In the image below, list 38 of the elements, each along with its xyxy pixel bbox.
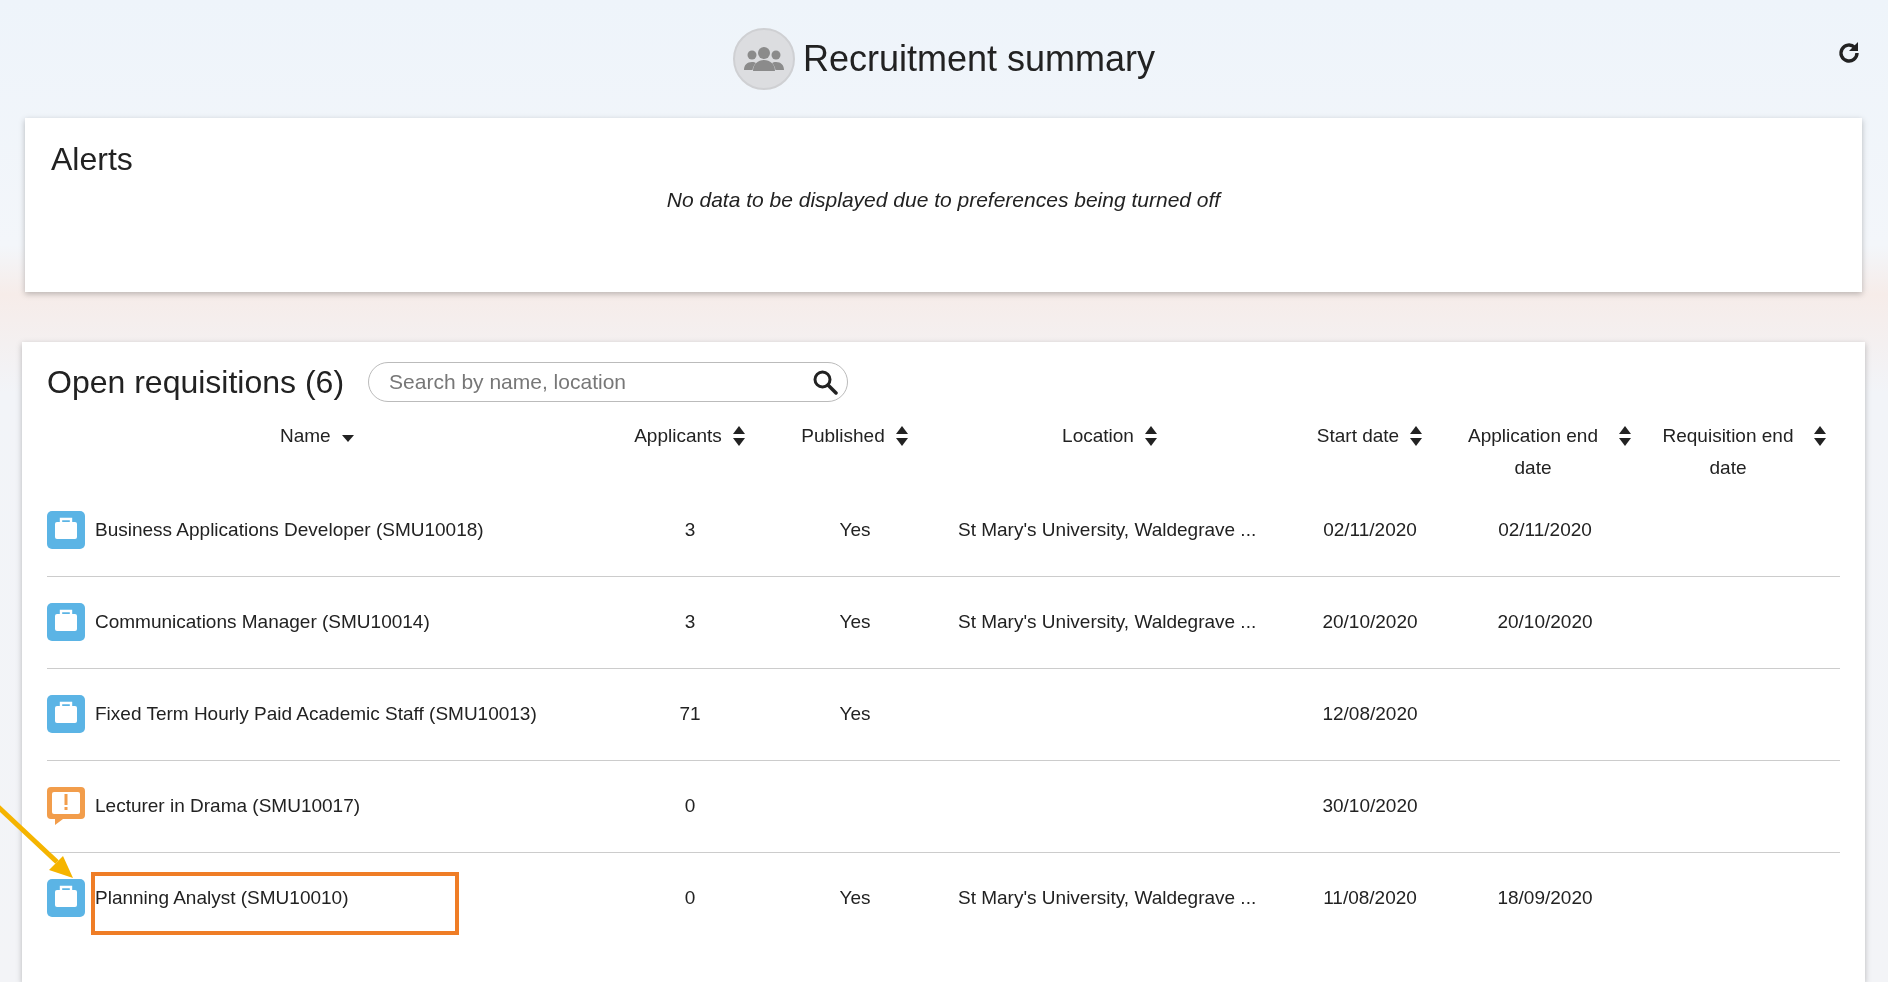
published-status: Yes	[839, 610, 871, 632]
date-cell: 18/09/2020	[1497, 887, 1593, 908]
column-header[interactable]: Start date	[1316, 420, 1400, 452]
published-status: Yes	[839, 518, 871, 540]
page-title: Recruitment summary	[802, 37, 1156, 81]
published-status: Yes	[839, 887, 871, 908]
empty-message: No data to be displayed due to preferences being turned off	[665, 187, 1223, 214]
applicant-count: 3	[684, 518, 696, 540]
requisition-link[interactable]: Lecturer in Drama (SMU10017)	[95, 791, 361, 821]
search-field[interactable]: Search by name, location	[368, 362, 849, 402]
column-header[interactable]: Name	[280, 420, 331, 452]
card-title: Alerts	[51, 140, 134, 179]
card-title: Open requisitions (6)	[47, 362, 345, 402]
published-status: Yes	[839, 702, 871, 724]
requisition-link[interactable]: Communications Manager (SMU10014)	[95, 607, 430, 637]
requisition-link[interactable]: Business Applications Developer (SMU10018)	[95, 515, 484, 544]
date-cell: 20/10/2020	[1322, 610, 1418, 632]
column-header[interactable]: Requisition end date	[1653, 420, 1803, 484]
date-cell: 02/11/2020	[1323, 518, 1417, 540]
column-header[interactable]: Location	[1062, 420, 1134, 452]
column-header[interactable]: Published	[801, 420, 885, 452]
column-header[interactable]: Applicants	[634, 420, 722, 452]
search-icon	[812, 369, 839, 395]
applicant-count: 0	[684, 794, 696, 816]
location-cell: St Mary's University, Waldegrave ...	[958, 518, 1257, 540]
date-cell: 11/08/2020	[1323, 887, 1417, 908]
applicant-count: 0	[684, 887, 696, 908]
date-cell: 30/10/2020	[1322, 794, 1418, 816]
requisition-link[interactable]: Fixed Term Hourly Paid Academic Staff (SMU10013)	[95, 699, 537, 729]
column-header[interactable]: Application end date	[1458, 420, 1608, 484]
date-cell: 20/10/2020	[1497, 610, 1593, 632]
requisition-link[interactable]: Planning Analyst (SMU10010)	[95, 884, 349, 913]
location-cell: St Mary's University, Waldegrave ...	[958, 887, 1257, 908]
date-cell: 12/08/2020	[1322, 702, 1418, 724]
applicant-count: 3	[684, 610, 696, 632]
date-cell: 02/11/2020	[1498, 518, 1592, 540]
location-cell: St Mary's University, Waldegrave ...	[958, 610, 1257, 632]
applicant-count: 71	[679, 702, 701, 724]
